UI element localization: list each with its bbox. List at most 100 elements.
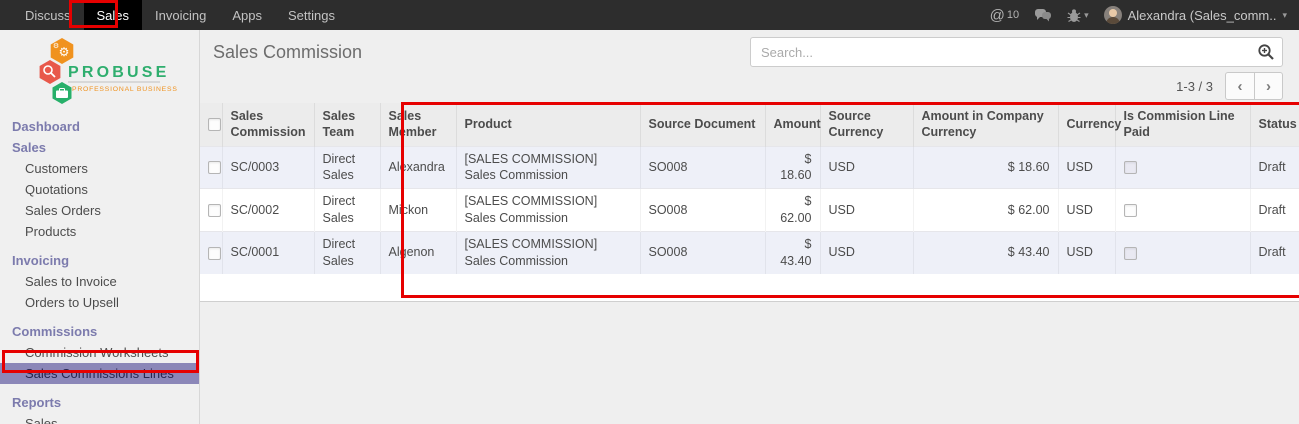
- sidebar-item-sales-orders[interactable]: Sales Orders: [0, 200, 199, 221]
- sidebar-item-quotations[interactable]: Quotations: [0, 179, 199, 200]
- svg-text:⚙: ⚙: [53, 42, 59, 50]
- sidebar-item-dashboard[interactable]: Dashboard: [0, 116, 199, 137]
- sidebar-item-commission-worksheets[interactable]: Commission Worksheets: [0, 342, 199, 363]
- debug-menu-button[interactable]: ▾: [1067, 8, 1089, 23]
- row-select-checkbox[interactable]: [208, 161, 221, 174]
- is-paid-checkbox[interactable]: [1124, 247, 1137, 260]
- bug-icon: [1067, 8, 1081, 23]
- cell-currency: USD: [1058, 146, 1115, 189]
- pager-previous-button[interactable]: ‹: [1225, 72, 1254, 100]
- cell-source-currency: USD: [820, 146, 913, 189]
- sidebar-item-sales-to-invoice[interactable]: Sales to Invoice: [0, 271, 199, 292]
- sales-commission-table: Sales Commission Sales Team Sales Member…: [200, 103, 1299, 274]
- sidebar: ⚙ ⚙ PROBUSE PROFESSIONAL BUSINESS Dashbo…: [0, 30, 200, 424]
- column-header-sales-team[interactable]: Sales Team: [314, 103, 380, 146]
- user-name: Alexandra (Sales_comm..: [1128, 8, 1277, 23]
- sidebar-item-orders-to-upsell[interactable]: Orders to Upsell: [0, 292, 199, 313]
- is-paid-checkbox[interactable]: [1124, 161, 1137, 174]
- sidebar-heading-sales[interactable]: Sales: [0, 137, 199, 158]
- column-header-amount-company-currency[interactable]: Amount in Company Currency: [913, 103, 1058, 146]
- sidebar-heading-invoicing[interactable]: Invoicing: [0, 250, 199, 271]
- cell-amount-company: $ 18.60: [913, 146, 1058, 189]
- table-row[interactable]: SC/0003 Direct Sales Alexandra [SALES CO…: [200, 146, 1299, 189]
- cell-source-document: SO008: [640, 189, 765, 232]
- cell-status: Draft: [1250, 189, 1299, 232]
- cell-amount: $ 18.60: [765, 146, 820, 189]
- app-menu: Discuss Sales Invoicing Apps Settings: [0, 0, 348, 30]
- column-header-is-commission-paid[interactable]: Is Commision Line Paid: [1115, 103, 1250, 146]
- nav-item-discuss[interactable]: Discuss: [12, 0, 84, 30]
- pager-range: 1-3 / 3: [1176, 79, 1213, 94]
- sidebar-heading-reports[interactable]: Reports: [0, 392, 199, 413]
- sidebar-menu: Dashboard Sales Customers Quotations Sal…: [0, 114, 199, 424]
- cell-sales-commission: SC/0003: [222, 146, 314, 189]
- sidebar-item-reports-sales[interactable]: Sales: [0, 413, 199, 424]
- nav-item-settings[interactable]: Settings: [275, 0, 348, 30]
- cell-source-currency: USD: [820, 189, 913, 232]
- column-header-source-document[interactable]: Source Document: [640, 103, 765, 146]
- sidebar-item-sales-commissions-lines[interactable]: Sales Commissions Lines: [0, 363, 199, 384]
- cell-product: [SALES COMMISSION] Sales Commission: [456, 146, 640, 189]
- cell-currency: USD: [1058, 189, 1115, 232]
- messages-button[interactable]: [1034, 8, 1052, 23]
- cell-amount: $ 62.00: [765, 189, 820, 232]
- cell-status: Draft: [1250, 232, 1299, 274]
- cell-source-currency: USD: [820, 232, 913, 274]
- nav-item-sales[interactable]: Sales: [84, 0, 143, 30]
- cell-sales-team: Direct Sales: [314, 146, 380, 189]
- at-icon: @: [990, 8, 1005, 23]
- pager: 1-3 / 3 ‹ ›: [1176, 72, 1283, 100]
- cell-sales-member: Alexandra: [380, 146, 456, 189]
- cell-amount-company: $ 62.00: [913, 189, 1058, 232]
- top-navbar: Discuss Sales Invoicing Apps Settings @ …: [0, 0, 1299, 30]
- row-select-checkbox[interactable]: [208, 204, 221, 217]
- cell-status: Draft: [1250, 146, 1299, 189]
- magnifier-hexagon: [40, 60, 61, 84]
- column-header-currency[interactable]: Currency: [1058, 103, 1115, 146]
- avatar: [1104, 6, 1122, 24]
- column-header-source-currency[interactable]: Source Currency: [820, 103, 913, 146]
- cell-sales-member: Algenon: [380, 232, 456, 274]
- cell-amount: $ 43.40: [765, 232, 820, 274]
- brand-text: PROBUSE: [68, 64, 170, 81]
- list-view: Sales Commission Sales Team Sales Member…: [200, 103, 1299, 302]
- main-content: Sales Commission 1-3 / 3 ‹ ›: [200, 30, 1299, 424]
- row-select-checkbox[interactable]: [208, 247, 221, 260]
- cell-source-document: SO008: [640, 146, 765, 189]
- page-title: Sales Commission: [213, 42, 362, 63]
- table-header-row: Sales Commission Sales Team Sales Member…: [200, 103, 1299, 146]
- table-row[interactable]: SC/0002 Direct Sales Mickon [SALES COMMI…: [200, 189, 1299, 232]
- chevron-down-icon: ▾: [1282, 10, 1287, 21]
- nav-item-apps[interactable]: Apps: [219, 0, 275, 30]
- column-header-sales-member[interactable]: Sales Member: [380, 103, 456, 146]
- mentions-counter[interactable]: @ 10: [990, 8, 1019, 23]
- sidebar-heading-commissions[interactable]: Commissions: [0, 321, 199, 342]
- select-all-checkbox[interactable]: [208, 118, 221, 131]
- brand-tagline: PROFESSIONAL BUSINESS: [72, 86, 178, 93]
- cell-sales-team: Direct Sales: [314, 189, 380, 232]
- search-bar: [750, 37, 1283, 67]
- company-logo: ⚙ ⚙ PROBUSE PROFESSIONAL BUSINESS: [0, 30, 199, 114]
- cell-sales-team: Direct Sales: [314, 232, 380, 274]
- cell-sales-commission: SC/0002: [222, 189, 314, 232]
- cell-amount-company: $ 43.40: [913, 232, 1058, 274]
- search-input[interactable]: [750, 37, 1283, 67]
- user-menu[interactable]: Alexandra (Sales_comm.. ▾: [1104, 6, 1287, 24]
- table-row[interactable]: SC/0001 Direct Sales Algenon [SALES COMM…: [200, 232, 1299, 274]
- column-header-product[interactable]: Product: [456, 103, 640, 146]
- is-paid-checkbox[interactable]: [1124, 204, 1137, 217]
- cell-product: [SALES COMMISSION] Sales Commission: [456, 232, 640, 274]
- column-header-amount[interactable]: Amount: [765, 103, 820, 146]
- search-icon[interactable]: [1257, 43, 1275, 61]
- chat-bubbles-icon: [1034, 8, 1052, 23]
- sidebar-item-customers[interactable]: Customers: [0, 158, 199, 179]
- cell-currency: USD: [1058, 232, 1115, 274]
- cell-sales-member: Mickon: [380, 189, 456, 232]
- column-header-sales-commission[interactable]: Sales Commission: [222, 103, 314, 146]
- pager-next-button[interactable]: ›: [1254, 72, 1283, 100]
- chevron-down-icon: ▾: [1084, 10, 1089, 21]
- sidebar-item-products[interactable]: Products: [0, 221, 199, 242]
- column-header-status[interactable]: Status: [1250, 103, 1299, 146]
- cell-source-document: SO008: [640, 232, 765, 274]
- nav-item-invoicing[interactable]: Invoicing: [142, 0, 219, 30]
